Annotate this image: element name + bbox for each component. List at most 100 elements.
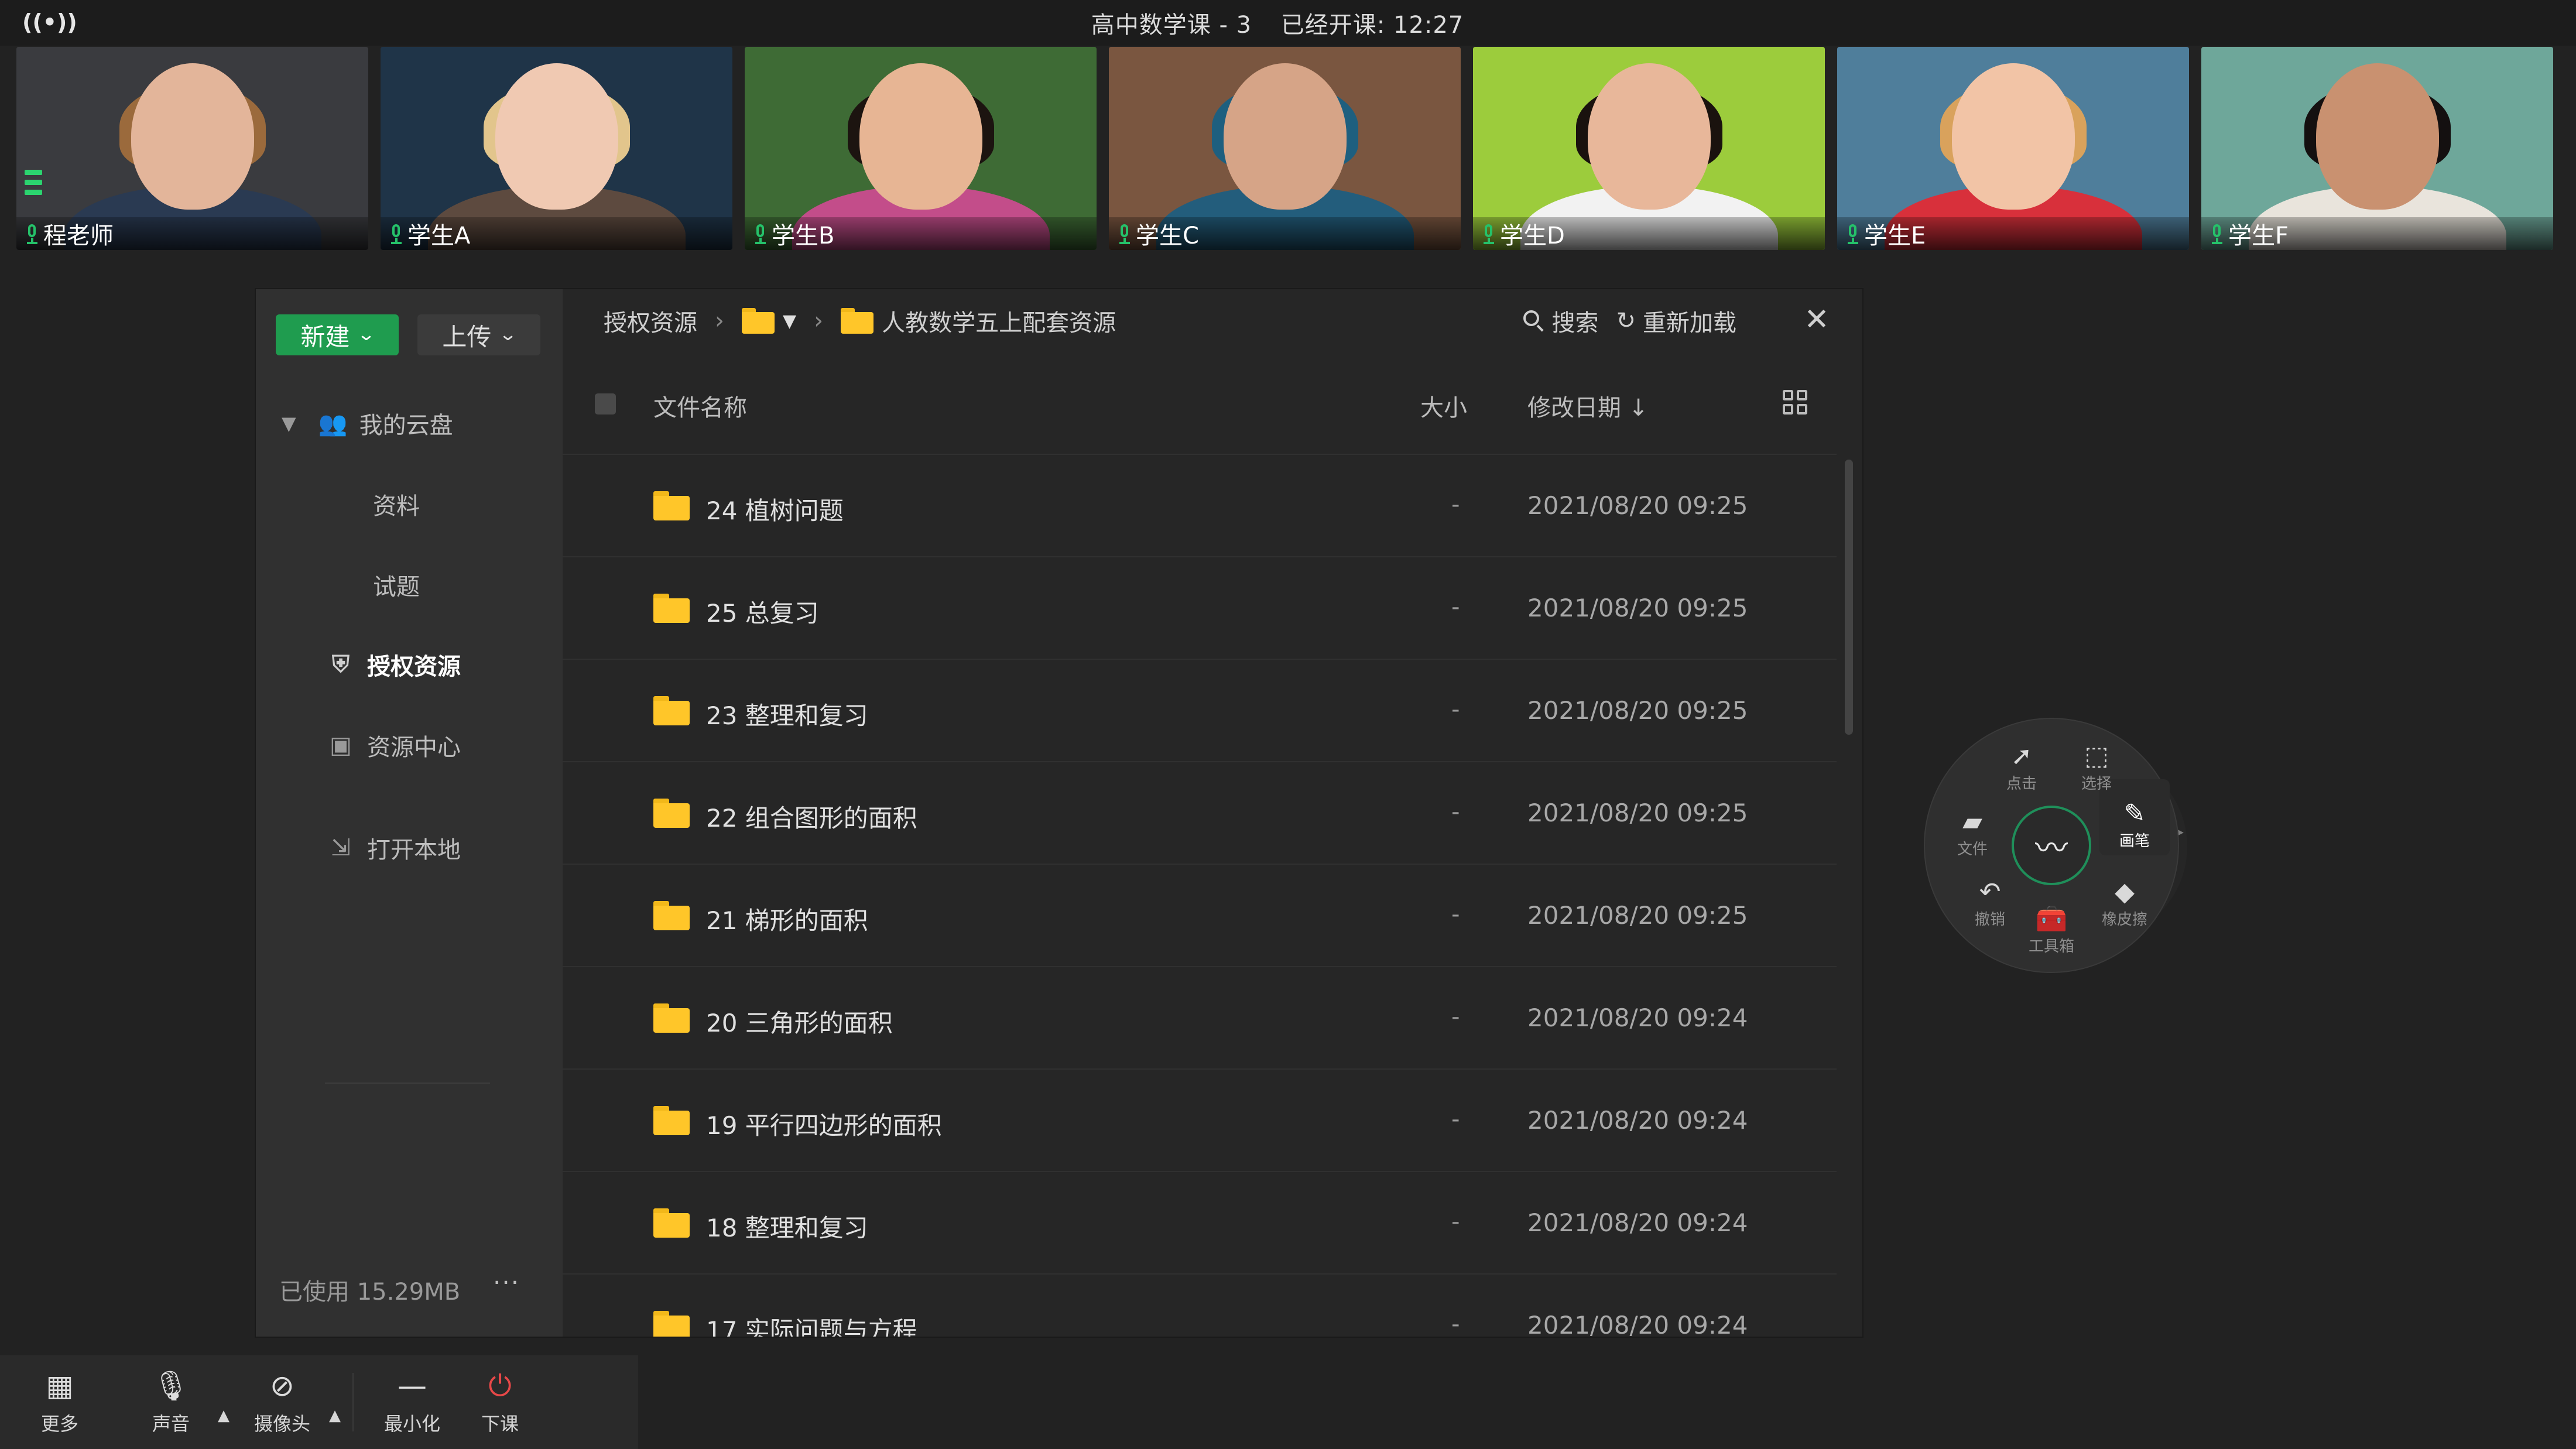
mic-icon	[1480, 222, 1496, 245]
tool-click[interactable]: ➚ 点击	[1989, 741, 2054, 793]
sidebar-item-label: 我的云盘	[359, 412, 453, 439]
file-size: -	[1451, 491, 1460, 518]
sidebar-item-my-cloud[interactable]: ▼ 👥 我的云盘	[282, 406, 453, 440]
file-row[interactable]: 24 植树问题 - 2021/08/20 09:25	[563, 455, 1837, 557]
file-name: 18 整理和复习	[706, 1214, 868, 1242]
more-options-button[interactable]: ···	[493, 1268, 520, 1297]
sidebar-item-label: 试题	[373, 574, 420, 601]
breadcrumb-current[interactable]: 人教数学五上配套资源	[841, 304, 1116, 338]
tool-select[interactable]: ⬚ 选择	[2064, 741, 2129, 793]
video-tile[interactable]: 学生C	[1109, 47, 1461, 250]
sidebar-item-open-local[interactable]: ⇲ 打开本地	[326, 831, 461, 865]
file-row[interactable]: 20 三角形的面积 - 2021/08/20 09:24	[563, 967, 1837, 1070]
column-date[interactable]: 修改日期 ↓	[1527, 389, 1648, 423]
participant-name: 学生D	[1500, 222, 1565, 249]
grid-view-icon[interactable]	[1783, 390, 1807, 415]
tool-file[interactable]: ▰ 文件	[1940, 807, 2005, 859]
sidebar-item-authorized[interactable]: ⛨ 授权资源	[326, 648, 461, 681]
video-tile[interactable]: 学生A	[381, 47, 732, 250]
file-name: 21 梯形的面积	[706, 906, 868, 935]
file-row[interactable]: 17 实际问题与方程 - 2021/08/20 09:24	[563, 1275, 1837, 1337]
user-group-icon: 👥	[318, 410, 348, 437]
tool-undo[interactable]: ↶ 撤销	[1958, 877, 2022, 929]
folder-icon	[653, 901, 690, 930]
folder-icon	[653, 594, 690, 623]
sidebar-item-resource-center[interactable]: ▣ 资源中心	[326, 728, 461, 762]
video-figure	[859, 63, 982, 210]
scrollbar[interactable]	[1845, 455, 1853, 1337]
folder-icon	[653, 696, 690, 725]
tool-eraser[interactable]: ◆ 橡皮擦	[2092, 877, 2157, 929]
reload-button[interactable]: ↻ 重新加载	[1616, 304, 1736, 338]
tool-file-label: 文件	[1957, 841, 1988, 858]
breadcrumb-root[interactable]: 授权资源	[604, 304, 697, 338]
file-row[interactable]: 25 总复习 - 2021/08/20 09:25	[563, 557, 1837, 660]
column-name[interactable]: 文件名称	[653, 389, 747, 423]
breadcrumb: 授权资源 › ▼ › 人教数学五上配套资源	[604, 289, 1116, 352]
sidebar-item-label: 资源中心	[367, 734, 461, 761]
sidebar-item-exams[interactable]: 试题	[373, 568, 420, 602]
mic-icon	[752, 222, 768, 245]
file-date: 2021/08/20 09:24	[1527, 1208, 1748, 1237]
file-size: -	[1451, 799, 1460, 825]
sidebar-item-label: 授权资源	[367, 653, 461, 680]
cursor-icon: ➚	[2010, 741, 2033, 771]
sound-button[interactable]: 🎙 声音	[136, 1355, 206, 1449]
new-button[interactable]: 新建 ⌄	[276, 314, 399, 355]
participant-name-bar: 学生C	[1109, 217, 1461, 250]
file-name: 20 三角形的面积	[706, 1009, 893, 1037]
tool-toolbox[interactable]: 🧰 工具箱	[2019, 904, 2084, 956]
file-date: 2021/08/20 09:25	[1527, 594, 1748, 622]
column-size[interactable]: 大小	[1420, 389, 1467, 423]
breadcrumb-folder-dropdown[interactable]: ▼	[742, 308, 796, 334]
close-button[interactable]: ✕	[1799, 302, 1834, 337]
video-tile[interactable]: 学生F	[2201, 47, 2553, 250]
video-figure	[131, 63, 254, 210]
radial-hub-logo-icon[interactable]: 〰	[2012, 806, 2091, 885]
file-date: 2021/08/20 09:25	[1527, 901, 1748, 930]
caret-up-icon[interactable]: ▲	[317, 1355, 352, 1449]
participant-name: 程老师	[43, 222, 114, 249]
marquee-select-icon: ⬚	[2084, 741, 2109, 771]
shield-icon: ⛨	[332, 651, 350, 678]
sidebar-divider	[325, 1083, 490, 1084]
video-figure	[495, 63, 618, 210]
tree-collapse-icon[interactable]: ▼	[282, 412, 296, 434]
search-label: 搜索	[1551, 310, 1599, 337]
tool-pen[interactable]: ✎ 画笔	[2102, 799, 2167, 851]
end-class-button[interactable]: ⏻ 下课	[465, 1355, 535, 1449]
minimize-icon: —	[398, 1369, 427, 1403]
upload-button[interactable]: 上传 ⌄	[417, 314, 540, 355]
search-button[interactable]: 搜索	[1523, 304, 1598, 338]
more-label: 更多	[40, 1413, 78, 1435]
caret-up-icon[interactable]: ▲	[206, 1355, 241, 1449]
file-row[interactable]: 21 梯形的面积 - 2021/08/20 09:25	[563, 865, 1837, 967]
chevron-right-icon: ›	[814, 307, 824, 334]
file-row[interactable]: 22 组合图形的面积 - 2021/08/20 09:25	[563, 762, 1837, 865]
radial-tool-menu: ▶ ➚ 点击 ⬚ 选择 ▰ 文件 ✎ 画笔 ↶ 撤销 ◆ 橡皮擦 🧰 工具箱	[1924, 718, 2217, 973]
camera-button[interactable]: ⊘ 摄像头	[247, 1355, 317, 1449]
video-tile[interactable]: 学生D	[1473, 47, 1825, 250]
video-tile[interactable]: 学生B	[745, 47, 1097, 250]
mic-icon	[23, 222, 40, 245]
file-size: -	[1451, 594, 1460, 621]
elapsed-time: 已经开课: 12:27	[1280, 12, 1464, 39]
eraser-icon: ◆	[2115, 877, 2135, 907]
file-name: 25 总复习	[706, 599, 819, 628]
more-button[interactable]: ▦ 更多	[25, 1355, 95, 1449]
classroom-app: ((•)) 高中数学课 - 3 已经开课: 12:27 程老师 学生A 学生B …	[0, 0, 2576, 1449]
minimize-button[interactable]: — 最小化	[377, 1355, 447, 1449]
video-tile[interactable]: 学生E	[1837, 47, 2189, 250]
video-tile[interactable]: 程老师	[16, 47, 368, 250]
select-all-checkbox[interactable]	[595, 393, 616, 415]
participant-name-bar: 学生F	[2201, 217, 2553, 250]
file-row[interactable]: 18 整理和复习 - 2021/08/20 09:24	[563, 1172, 1837, 1275]
sidebar-item-materials[interactable]: 资料	[373, 487, 420, 521]
file-name: 19 平行四边形的面积	[706, 1111, 942, 1140]
chevron-down-icon: ⌄	[357, 324, 376, 345]
chevron-right-icon: ›	[715, 307, 724, 334]
scrollbar-thumb[interactable]	[1845, 460, 1853, 735]
class-status: 高中数学课 - 3 已经开课: 12:27	[1091, 6, 1485, 40]
file-row[interactable]: 23 整理和复习 - 2021/08/20 09:25	[563, 660, 1837, 762]
file-row[interactable]: 19 平行四边形的面积 - 2021/08/20 09:24	[563, 1070, 1837, 1172]
